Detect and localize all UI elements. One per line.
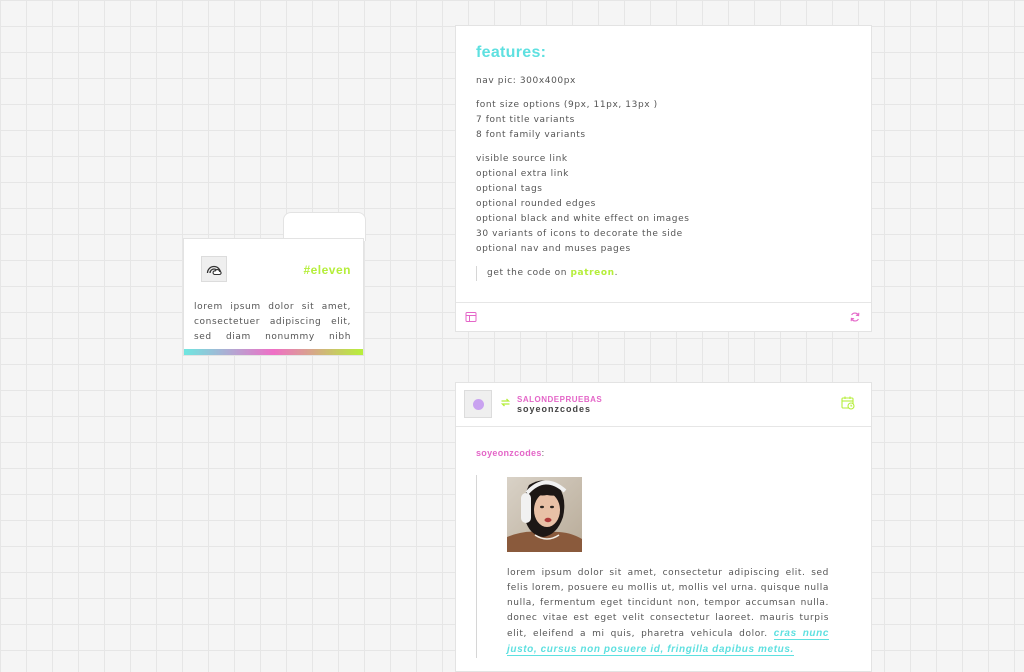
rainbow-cloud-icon[interactable] <box>201 256 227 282</box>
post-image <box>507 477 582 552</box>
feature-line: optional black and white effect on image… <box>476 214 690 224</box>
post-author[interactable]: soyeonzcodes: <box>476 448 544 458</box>
feature-line: optional tags <box>476 184 543 194</box>
quote-suffix: . <box>614 268 619 278</box>
sidebar-card: #eleven lorem ipsum dolor sit amet, cons… <box>183 238 364 356</box>
author-name: soyeonzcodes <box>476 448 542 458</box>
post-quote: lorem ipsum dolor sit amet, consectetur … <box>476 475 829 658</box>
reblog-icon <box>500 398 511 407</box>
blog-title: #eleven <box>303 263 351 277</box>
avatar-dot <box>472 398 484 410</box>
patreon-link[interactable]: patreon <box>571 268 615 278</box>
quote-prefix: get the code on <box>487 268 568 278</box>
blog-description: lorem ipsum dolor sit amet, consectetuer… <box>194 302 351 342</box>
post-footer <box>456 302 871 331</box>
feature-line: 30 variants of icons to decorate the sid… <box>476 229 683 239</box>
feature-line: optional rounded edges <box>476 199 596 209</box>
features-group-1: nav pic: 300x400px <box>476 74 851 89</box>
post-text: lorem ipsum dolor sit amet, consectetur … <box>507 566 829 658</box>
author-colon: : <box>541 448 545 458</box>
reblog-post: SALONDEPRUEBAS soyeonzcodes soyeonzcodes… <box>455 382 872 672</box>
feature-line: font size options (9px, 11px, 13px ) <box>476 100 658 110</box>
archive-icon[interactable] <box>465 311 477 323</box>
reblog-icon[interactable] <box>849 311 861 323</box>
code-quote: get the code on patreon. <box>476 266 851 281</box>
feature-line: optional nav and muses pages <box>476 244 631 254</box>
calendar-icon[interactable] <box>841 396 855 410</box>
post-title: features: <box>476 44 547 61</box>
avatar[interactable] <box>464 390 492 418</box>
feature-line: 8 font family variants <box>476 130 586 140</box>
features-group-3: visible source link optional extra link … <box>476 152 851 257</box>
post-body: nav pic: 300x400px font size options (9p… <box>476 74 851 281</box>
reblogger-name[interactable]: SALONDEPRUEBAS <box>517 395 602 404</box>
sidebar-tab[interactable] <box>283 212 366 241</box>
original-poster-name[interactable]: soyeonzcodes <box>517 404 591 414</box>
feature-line: visible source link <box>476 154 568 164</box>
features-post: features: nav pic: 300x400px font size o… <box>455 25 872 332</box>
gradient-bar <box>184 349 363 355</box>
features-group-2: font size options (9px, 11px, 13px ) 7 f… <box>476 98 851 143</box>
feature-line: optional extra link <box>476 169 569 179</box>
feature-line: nav pic: 300x400px <box>476 76 576 86</box>
post-header: SALONDEPRUEBAS soyeonzcodes <box>456 383 871 427</box>
feature-line: 7 font title variants <box>476 115 575 125</box>
